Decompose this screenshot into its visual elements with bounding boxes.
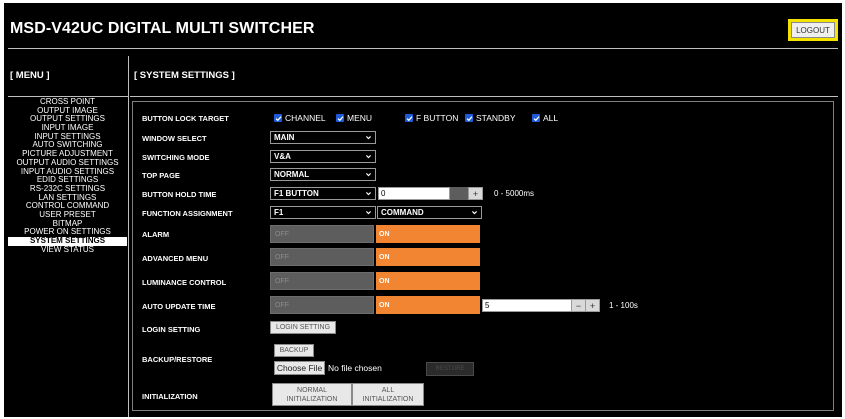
switching-mode-label: SWITCHING MODE <box>142 153 210 162</box>
auto-update-increment[interactable]: + <box>585 299 600 312</box>
auto-update-on-button[interactable]: ON <box>376 296 480 314</box>
auto-update-off-button[interactable]: OFF <box>270 296 374 314</box>
auto-update-decrement[interactable]: − <box>571 299 586 312</box>
choose-file-button[interactable]: Choose File <box>274 361 325 375</box>
auto-update-input[interactable]: 5 <box>482 299 572 312</box>
menu-list: CROSS POINT OUTPUT IMAGE OUTPUT SETTINGS… <box>8 97 127 255</box>
top-page-label: TOP PAGE <box>142 171 180 180</box>
chevron-down-icon <box>366 173 371 177</box>
function-assign-value: F1 <box>274 208 284 217</box>
luminance-off-button[interactable]: OFF <box>270 272 374 290</box>
top-page-dropdown[interactable]: NORMAL <box>270 168 376 181</box>
alarm-on-button[interactable]: ON <box>376 225 480 243</box>
function-assign-label: FUNCTION ASSIGNMENT <box>142 209 233 218</box>
all-initialization-button[interactable]: ALL INITIALIZATION <box>352 383 424 406</box>
no-file-text: No file chosen <box>328 363 382 373</box>
auto-update-label: AUTO UPDATE TIME <box>142 302 216 311</box>
checkbox-menu[interactable]: MENU <box>336 113 372 123</box>
content-divider <box>130 96 838 97</box>
checkmark-icon <box>274 114 282 122</box>
advanced-menu-label: ADVANCED MENU <box>142 254 209 263</box>
checkbox-standby-label: STANDBY <box>476 113 516 123</box>
checkmark-icon <box>465 114 473 122</box>
button-lock-label: BUTTON LOCK TARGET <box>142 114 229 123</box>
switching-mode-value: V&A <box>274 152 291 161</box>
window-select-label: WINDOW SELECT <box>142 134 207 143</box>
window-select-dropdown[interactable]: MAIN <box>270 131 376 144</box>
initialization-label: INITIALIZATION <box>142 392 198 401</box>
switching-mode-dropdown[interactable]: V&A <box>270 150 376 163</box>
checkbox-f-button[interactable]: F BUTTON <box>405 113 458 123</box>
chevron-down-icon <box>366 155 371 159</box>
button-hold-label: BUTTON HOLD TIME <box>142 190 217 199</box>
button-hold-range: 0 - 5000ms <box>494 189 535 198</box>
command-dropdown[interactable]: COMMAND <box>377 206 482 219</box>
chevron-down-icon <box>366 211 371 215</box>
chevron-down-icon <box>366 136 371 140</box>
checkbox-standby[interactable]: STANDBY <box>465 113 516 123</box>
luminance-on-button[interactable]: ON <box>376 272 480 290</box>
normal-initialization-button[interactable]: NORMAL INITIALIZATION <box>272 383 352 406</box>
chevron-down-icon <box>472 211 477 215</box>
checkbox-all-label: ALL <box>543 113 559 123</box>
auto-update-range: 1 - 100s <box>609 301 638 310</box>
top-page-value: NORMAL <box>274 170 310 179</box>
advanced-menu-off-button[interactable]: OFF <box>270 248 374 266</box>
button-hold-track <box>450 187 468 200</box>
page-title: [ SYSTEM SETTINGS ] <box>134 70 235 81</box>
checkmark-icon <box>336 114 344 122</box>
menu-title: [ MENU ] <box>10 70 50 81</box>
app-title: MSD-V42UC DIGITAL MULTI SWITCHER <box>10 20 315 37</box>
restore-button[interactable]: RESTORE <box>426 362 474 376</box>
command-value: COMMAND <box>381 208 424 217</box>
header-divider <box>8 48 838 49</box>
button-hold-select-value: F1 BUTTON <box>274 189 319 198</box>
checkbox-channel-label: CHANNEL <box>285 113 326 123</box>
logout-button[interactable]: LOGOUT <box>791 22 835 38</box>
advanced-menu-on-button[interactable]: ON <box>376 248 480 266</box>
login-setting-label: LOGIN SETTING <box>142 325 201 334</box>
alarm-off-button[interactable]: OFF <box>270 225 374 243</box>
checkmark-icon <box>405 114 413 122</box>
menu-item-view-status[interactable]: VIEW STATUS <box>8 245 127 255</box>
alarm-label: ALARM <box>142 230 170 239</box>
checkmark-icon <box>532 114 540 122</box>
pane-divider <box>128 56 129 417</box>
button-hold-increment[interactable]: + <box>468 187 483 200</box>
checkbox-f-button-label: F BUTTON <box>416 113 459 123</box>
checkbox-menu-label: MENU <box>347 113 373 123</box>
function-assign-dropdown[interactable]: F1 <box>270 206 376 219</box>
backup-button[interactable]: BACKUP <box>274 344 314 357</box>
settings-panel <box>132 101 834 411</box>
chevron-down-icon <box>366 192 371 196</box>
logout-highlight: LOGOUT <box>788 19 838 41</box>
checkbox-channel[interactable]: CHANNEL <box>274 113 326 123</box>
login-setting-button[interactable]: LOGIN SETTING <box>270 321 336 334</box>
checkbox-all[interactable]: ALL <box>532 113 558 123</box>
window-select-value: MAIN <box>274 133 295 142</box>
button-hold-dropdown[interactable]: F1 BUTTON <box>270 187 376 200</box>
button-hold-input[interactable]: 0 <box>378 187 450 200</box>
backup-restore-label: BACKUP/RESTORE <box>142 355 213 364</box>
luminance-label: LUMINANCE CONTROL <box>142 278 227 287</box>
